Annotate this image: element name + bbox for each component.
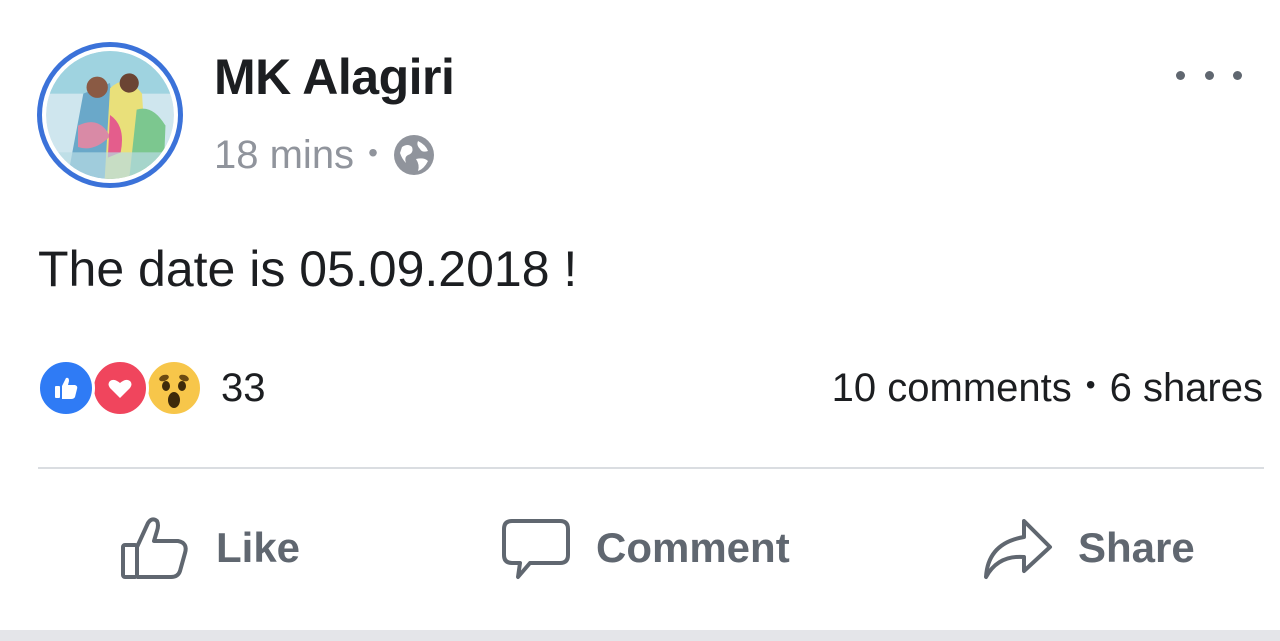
share-arrow-icon xyxy=(984,519,1052,579)
shares-count-link[interactable]: 6 shares xyxy=(1110,366,1263,411)
avatar-photo xyxy=(46,51,174,179)
meta-separator: • xyxy=(368,137,378,168)
post-time[interactable]: 18 mins xyxy=(214,133,354,178)
wow-reaction-icon xyxy=(145,359,203,417)
like-button[interactable]: Like xyxy=(118,508,300,588)
author-name[interactable]: MK Alagiri xyxy=(214,48,455,106)
comment-label: Comment xyxy=(596,524,790,571)
divider xyxy=(38,467,1264,469)
reaction-count: 33 xyxy=(221,365,266,410)
feed-post: MK Alagiri 18 mins • The date is 05.09.2… xyxy=(0,0,1280,630)
reactions-summary[interactable]: 33 xyxy=(37,358,266,418)
feed-separator xyxy=(0,630,1280,641)
post-meta: 18 mins • xyxy=(214,130,436,180)
share-button[interactable]: Share xyxy=(980,508,1195,588)
love-reaction-icon xyxy=(91,359,149,417)
comment-button[interactable]: Comment xyxy=(498,508,790,588)
share-label: Share xyxy=(1078,524,1195,571)
more-dot xyxy=(1233,70,1242,80)
more-dot xyxy=(1176,70,1185,80)
post-text: The date is 05.09.2018 ! xyxy=(38,241,578,297)
engagement-separator: • xyxy=(1085,369,1096,400)
like-reaction-icon xyxy=(37,359,95,417)
thumbs-up-icon xyxy=(121,517,188,579)
engagement-summary: 10 comments • 6 shares xyxy=(832,362,1263,414)
more-options-icon[interactable] xyxy=(1176,58,1242,92)
globe-icon[interactable] xyxy=(392,133,436,177)
like-label: Like xyxy=(216,524,301,571)
more-dot xyxy=(1204,70,1214,80)
comments-count-link[interactable]: 10 comments xyxy=(832,366,1072,411)
avatar-image xyxy=(42,47,178,183)
comment-icon xyxy=(502,519,570,579)
author-avatar[interactable] xyxy=(37,42,183,188)
